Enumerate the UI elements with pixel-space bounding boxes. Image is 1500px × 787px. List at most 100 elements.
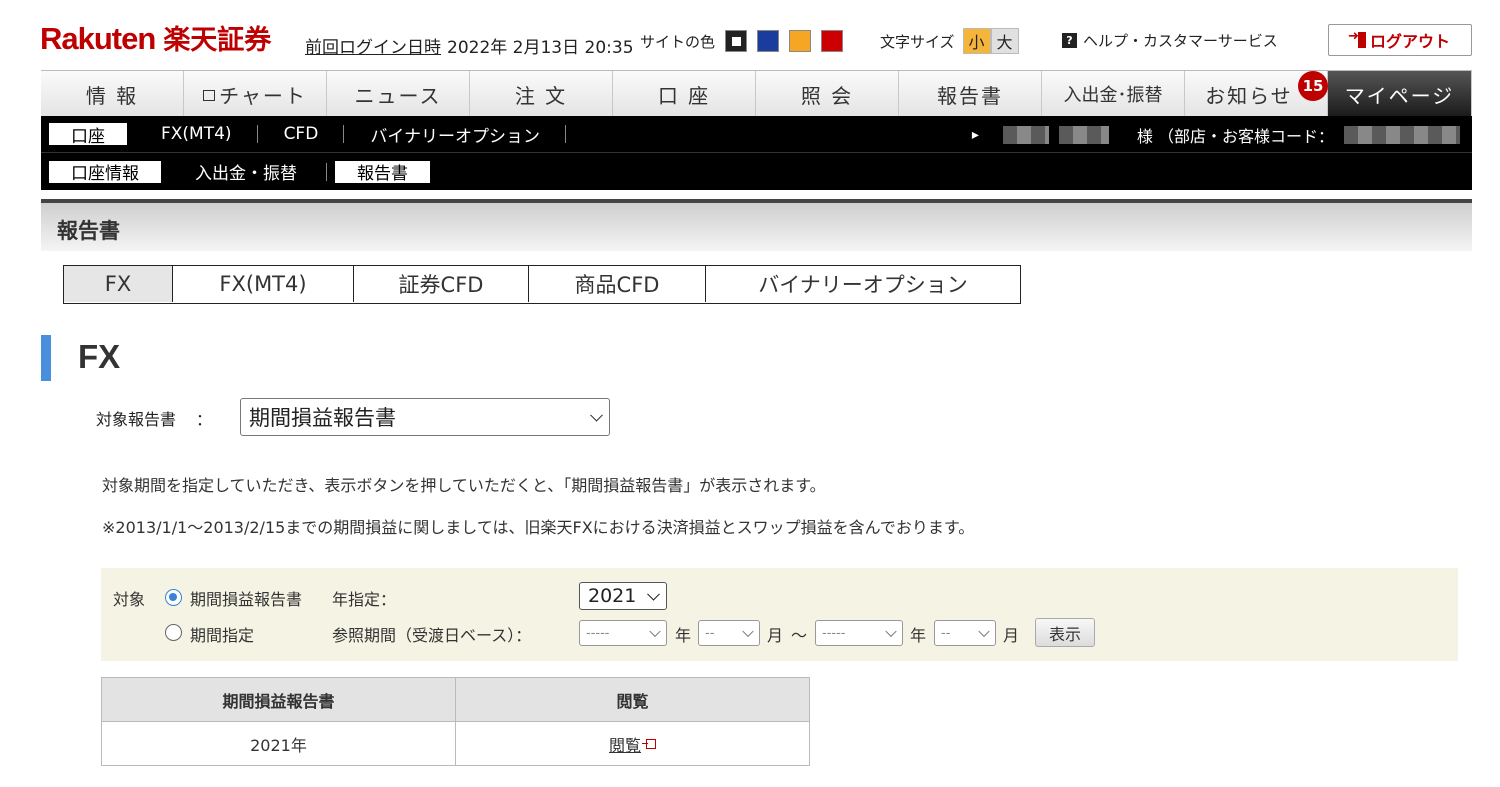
note-text: ※2013/1/1〜2013/2/15までの期間損益に関しましては、旧楽天FXに… bbox=[102, 518, 975, 537]
to-month-select[interactable]: -- bbox=[934, 620, 996, 646]
product-subnav: 口座 FX(MT4) CFD バイナリーオプション ▸ 様 （部店・お客様コード… bbox=[41, 116, 1472, 152]
from-year-value: ----- bbox=[586, 625, 610, 641]
font-size-switcher: 文字サイズ 小 大 bbox=[880, 28, 1019, 54]
product-tab-fx[interactable]: FX bbox=[64, 266, 173, 302]
logo-text: Rakuten bbox=[40, 21, 156, 56]
font-size-large-button[interactable]: 大 bbox=[990, 28, 1019, 54]
masked-name bbox=[1002, 126, 1049, 144]
separator bbox=[564, 125, 566, 143]
report-type-colon: ： bbox=[196, 410, 213, 429]
chevron-down-icon bbox=[885, 625, 897, 638]
help-icon: ? bbox=[1062, 33, 1077, 48]
radio-period-range-label[interactable]: 期間指定 bbox=[190, 622, 254, 646]
play-arrow-icon: ▸ bbox=[971, 127, 979, 143]
filter-panel: 対象 期間損益報告書 期間指定 年指定： 2021 参照期間（受渡日ベース）： … bbox=[101, 568, 1458, 661]
radio-period-report[interactable] bbox=[165, 589, 182, 606]
notice-count-badge: 15 bbox=[1298, 71, 1328, 101]
view-link[interactable]: 閲覧 bbox=[609, 736, 641, 755]
product-tab-fx-mt4[interactable]: FX(MT4) bbox=[173, 266, 354, 302]
nav-tab-chart[interactable]: チャート bbox=[184, 71, 327, 117]
subnav-label: 入出金・振替 bbox=[195, 164, 297, 184]
radio-period-report-label[interactable]: 期間損益報告書 bbox=[190, 586, 302, 610]
subnav-account[interactable]: 口座 bbox=[49, 123, 127, 147]
to-month-value: -- bbox=[941, 625, 951, 641]
to-year-unit: 年 bbox=[910, 626, 927, 645]
nav-tab-label: 注 文 bbox=[514, 83, 568, 108]
account-info: ▸ 様 （部店・お客様コード： bbox=[972, 123, 1460, 147]
nav-tab-transfer[interactable]: 入出金･振替 bbox=[1042, 71, 1185, 117]
show-button[interactable]: 表示 bbox=[1035, 618, 1095, 647]
subnav-binary-option[interactable]: バイナリーオプション bbox=[344, 123, 566, 147]
year-select[interactable]: 2021 bbox=[579, 582, 667, 610]
chevron-down-icon bbox=[742, 625, 754, 638]
page-title-band: 報告書 bbox=[41, 199, 1472, 251]
year-value: 2021 bbox=[588, 585, 637, 607]
report-type-label-text: 対象報告書 bbox=[96, 410, 177, 429]
color-swatch-black[interactable] bbox=[725, 30, 748, 52]
range-tilde: 〜 bbox=[791, 626, 808, 645]
product-tab-commodity-cfd[interactable]: 商品CFD bbox=[529, 266, 706, 302]
subnav-cfd[interactable]: CFD bbox=[258, 123, 345, 145]
header: Rakuten 楽天証券 前回ログイン日時 2022年 2月13日 20:35 サ… bbox=[0, 0, 1500, 70]
last-login: 前回ログイン日時 2022年 2月13日 20:35 bbox=[305, 33, 634, 58]
font-size-label: 文字サイズ bbox=[880, 32, 955, 51]
separator bbox=[326, 162, 327, 181]
external-window-icon bbox=[642, 738, 656, 749]
nav-tab-label: ニュース bbox=[354, 83, 442, 108]
masked-code bbox=[1344, 126, 1460, 144]
to-year-value: ----- bbox=[822, 625, 846, 641]
nav-tab-info[interactable]: 情 報 bbox=[41, 71, 184, 117]
help-link[interactable]: ? ヘルプ・カスタマーサービス bbox=[1062, 30, 1278, 51]
report-type-select[interactable]: 期間損益報告書 bbox=[240, 398, 610, 436]
from-month-select[interactable]: -- bbox=[698, 620, 760, 646]
report-period-cell: 2021年 bbox=[101, 721, 456, 766]
last-login-link[interactable]: 前回ログイン日時 bbox=[305, 38, 441, 58]
color-swatch-blue[interactable] bbox=[757, 30, 780, 52]
nav-tab-mypage[interactable]: マイページ bbox=[1328, 71, 1472, 117]
nav-tab-news[interactable]: ニュース bbox=[327, 71, 470, 117]
color-swatch-red[interactable] bbox=[821, 30, 844, 52]
subnav-deposit-transfer[interactable]: 入出金・振替 bbox=[169, 161, 327, 184]
to-year-select[interactable]: ----- bbox=[815, 620, 903, 646]
radio-period-range[interactable] bbox=[165, 624, 182, 641]
page-title: 報告書 bbox=[57, 219, 120, 243]
target-label: 対象 bbox=[113, 590, 146, 609]
from-month-unit: 月 bbox=[767, 626, 784, 645]
from-month-value: -- bbox=[705, 625, 715, 641]
view-cell: 閲覧 bbox=[455, 721, 810, 766]
report-table: 期間損益報告書 閲覧 2021年 閲覧 bbox=[101, 677, 810, 766]
nav-tab-label: 入出金･振替 bbox=[1063, 85, 1163, 106]
font-size-small-button[interactable]: 小 bbox=[962, 28, 991, 54]
logout-label: ログアウト bbox=[1369, 32, 1450, 51]
rakuten-logo[interactable]: Rakuten 楽天証券 bbox=[40, 18, 271, 57]
nav-tab-inquiry[interactable]: 照 会 bbox=[756, 71, 899, 117]
nav-tab-account[interactable]: 口 座 bbox=[613, 71, 756, 117]
help-label: ヘルプ・カスタマーサービス bbox=[1083, 32, 1278, 50]
nav-tab-label: 報告書 bbox=[937, 83, 1003, 108]
nav-tab-label: お知らせ bbox=[1205, 83, 1293, 108]
table-row: 2021年 閲覧 bbox=[101, 721, 810, 766]
nav-tab-notices[interactable]: お知らせ 15 bbox=[1185, 71, 1328, 117]
color-swatch-orange[interactable] bbox=[789, 30, 812, 52]
subnav-reports[interactable]: 報告書 bbox=[335, 160, 430, 184]
site-color-picker: サイトの色 bbox=[640, 30, 844, 52]
nav-tab-order[interactable]: 注 文 bbox=[470, 71, 613, 117]
account-code-label: 様 （部店・お客様コード： bbox=[1136, 127, 1334, 146]
nav-tab-reports[interactable]: 報告書 bbox=[899, 71, 1042, 117]
report-type-label: 対象報告書 ： bbox=[96, 406, 212, 430]
instruction-text: 対象期間を指定していただき、表示ボタンを押していただくと、「期間損益報告書」が表… bbox=[102, 476, 826, 495]
from-year-select[interactable]: ----- bbox=[579, 620, 667, 646]
chevron-down-icon bbox=[590, 408, 603, 422]
last-login-value: 2022年 2月13日 20:35 bbox=[447, 38, 634, 58]
to-month-unit: 月 bbox=[1003, 626, 1020, 645]
subnav-fx-mt4[interactable]: FX(MT4) bbox=[135, 123, 258, 145]
nav-tab-label: 情 報 bbox=[85, 83, 139, 108]
logout-button[interactable]: ログアウト bbox=[1328, 24, 1472, 56]
masked-name bbox=[1058, 126, 1109, 144]
subnav-account-info[interactable]: 口座情報 bbox=[49, 160, 161, 184]
column-header-report: 期間損益報告書 bbox=[101, 677, 456, 722]
product-tab-securities-cfd[interactable]: 証券CFD bbox=[354, 266, 529, 302]
nav-tab-label: 照 会 bbox=[800, 83, 854, 108]
product-tab-binary-option[interactable]: バイナリーオプション bbox=[706, 266, 1020, 302]
subnav-label: CFD bbox=[283, 124, 319, 144]
